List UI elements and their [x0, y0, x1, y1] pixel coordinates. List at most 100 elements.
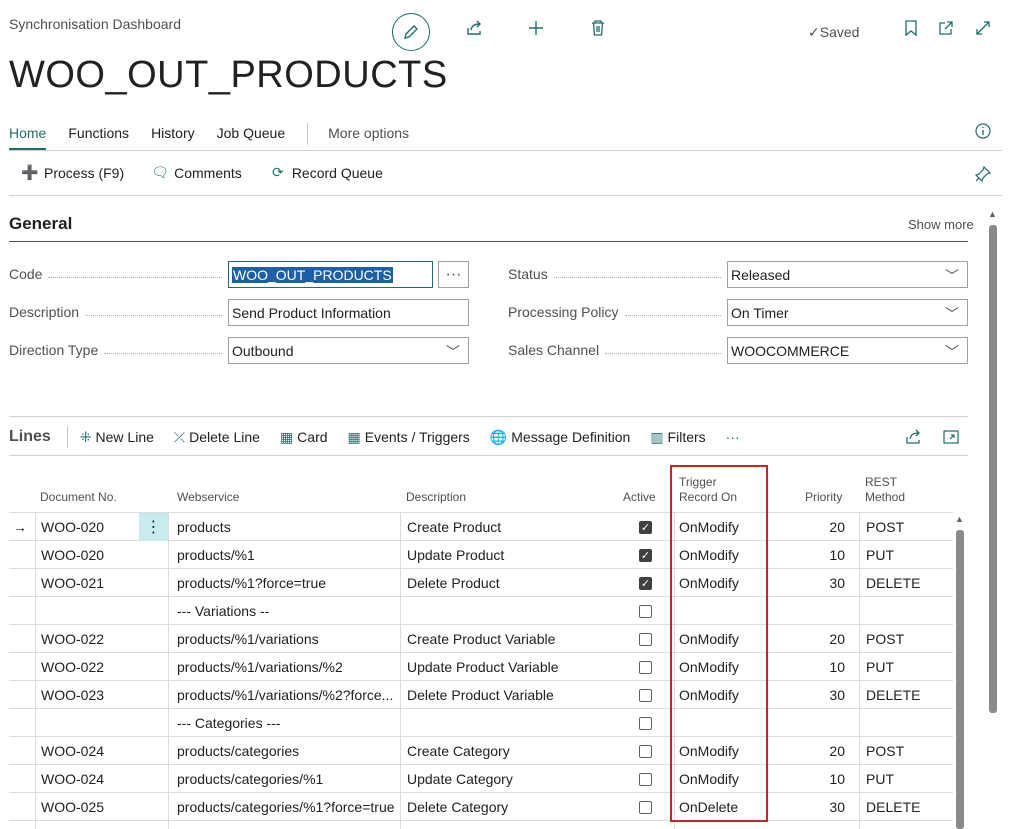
- header-priority[interactable]: Priority: [805, 490, 842, 505]
- cell-description[interactable]: Create Product: [407, 513, 669, 541]
- header-webservice[interactable]: Webservice: [177, 490, 239, 505]
- cell-description[interactable]: Delete Product: [407, 569, 669, 597]
- lines-expand-button[interactable]: [942, 428, 960, 449]
- cell-description[interactable]: [407, 597, 669, 625]
- table-row[interactable]: --- Variations --: [9, 597, 953, 625]
- edit-button[interactable]: [392, 13, 430, 51]
- events-triggers-button[interactable]: ▦ Events / Triggers: [348, 429, 470, 446]
- description-field[interactable]: Send Product Information: [228, 299, 469, 326]
- table-row[interactable]: WOO-024 products/categories/%1 Update Cate…: [9, 765, 953, 793]
- cell-document-no[interactable]: [41, 597, 137, 625]
- row-menu-button[interactable]: ⋮: [139, 513, 168, 541]
- new-button[interactable]: [524, 16, 548, 40]
- cell-webservice[interactable]: products/categories: [177, 737, 399, 765]
- active-checkbox[interactable]: ✓: [639, 576, 652, 590]
- tab-home[interactable]: Home: [9, 125, 47, 150]
- cell-document-no[interactable]: WOO-024: [41, 737, 137, 765]
- table-row[interactable]: --- Categories ---: [9, 709, 953, 737]
- active-checkbox[interactable]: [639, 716, 652, 730]
- active-checkbox[interactable]: [639, 660, 652, 674]
- header-description[interactable]: Description: [406, 490, 466, 505]
- cell-priority[interactable]: 20: [789, 625, 845, 653]
- pin-button[interactable]: [974, 165, 992, 186]
- cell-rest-method[interactable]: POST: [866, 513, 952, 541]
- cell-webservice[interactable]: products/%1/variations: [177, 625, 399, 653]
- cell-document-no[interactable]: WOO-021: [41, 569, 137, 597]
- direction-select[interactable]: Outbound ﹀: [228, 337, 469, 364]
- cell-priority[interactable]: 20: [789, 513, 845, 541]
- active-checkbox[interactable]: [639, 772, 652, 786]
- cell-rest-method[interactable]: DELETE: [866, 793, 952, 821]
- cell-rest-method[interactable]: POST: [866, 737, 952, 765]
- cell-description[interactable]: Update Product: [407, 541, 669, 569]
- cell-description[interactable]: Delete Product Variable: [407, 681, 669, 709]
- lines-share-button[interactable]: [904, 428, 922, 449]
- header-document-no[interactable]: Document No.: [40, 490, 117, 505]
- cell-webservice[interactable]: products: [177, 513, 399, 541]
- cell-document-no[interactable]: [41, 709, 137, 737]
- cell-description[interactable]: Create Product Variable: [407, 625, 669, 653]
- table-row[interactable]: WOO-020 products/%1 Update Product ✓ OnModif…: [9, 541, 953, 569]
- code-lookup-button[interactable]: ···: [438, 261, 469, 288]
- delete-line-button[interactable]: ⤫ Delete Line: [174, 429, 260, 446]
- header-active[interactable]: Active: [623, 490, 656, 505]
- delete-button[interactable]: [586, 16, 610, 40]
- cell-description[interactable]: Create Category: [407, 737, 669, 765]
- tab-functions[interactable]: Functions: [68, 125, 129, 144]
- policy-select[interactable]: On Timer ﹀: [727, 299, 968, 326]
- cell-webservice[interactable]: --- Categories ---: [177, 709, 399, 737]
- cell-rest-method[interactable]: PUT: [866, 541, 952, 569]
- active-checkbox[interactable]: ✓: [639, 548, 652, 562]
- info-button[interactable]: [974, 122, 992, 143]
- bookmark-button[interactable]: [899, 16, 923, 40]
- tab-job-queue[interactable]: Job Queue: [217, 125, 286, 144]
- active-checkbox[interactable]: [639, 632, 652, 646]
- cell-document-no[interactable]: WOO-024: [41, 765, 137, 793]
- cell-active[interactable]: [639, 765, 655, 793]
- lines-title[interactable]: Lines: [9, 428, 51, 446]
- new-line-button[interactable]: ⁜ New Line: [80, 429, 154, 446]
- cell-document-no[interactable]: WOO-025: [41, 793, 137, 821]
- cell-webservice[interactable]: products/%1/variations/%2: [177, 653, 399, 681]
- cell-webservice[interactable]: --- Variations --: [177, 597, 399, 625]
- cell-webservice[interactable]: products/%1/variations/%2?force...: [177, 681, 399, 709]
- cell-rest-method[interactable]: DELETE: [866, 681, 952, 709]
- cell-priority[interactable]: [789, 597, 845, 625]
- cell-active[interactable]: [639, 793, 655, 821]
- share-button[interactable]: [462, 16, 486, 40]
- cell-active[interactable]: ✓: [639, 541, 655, 569]
- cell-rest-method[interactable]: PUT: [866, 765, 952, 793]
- cell-rest-method[interactable]: POST: [866, 625, 952, 653]
- lines-more-button[interactable]: ···: [726, 429, 740, 445]
- table-row[interactable]: WOO-022 products/%1/variations Create Prod…: [9, 625, 953, 653]
- cell-webservice[interactable]: products/categories/%1?force=true: [177, 793, 399, 821]
- cell-rest-method[interactable]: [866, 709, 952, 737]
- cell-document-no[interactable]: WOO-022: [41, 625, 137, 653]
- cell-priority[interactable]: [789, 709, 845, 737]
- cell-webservice[interactable]: products/%1: [177, 541, 399, 569]
- cell-priority[interactable]: 30: [789, 569, 845, 597]
- record-queue-button[interactable]: ⟳ Record Queue: [270, 164, 383, 181]
- tab-history[interactable]: History: [151, 125, 195, 144]
- cell-priority[interactable]: 30: [789, 681, 845, 709]
- cell-active[interactable]: [639, 653, 655, 681]
- cell-document-no[interactable]: WOO-022: [41, 653, 137, 681]
- scroll-up-icon[interactable]: ▲: [988, 209, 997, 219]
- cell-webservice[interactable]: products/%1?force=true: [177, 569, 399, 597]
- message-definition-button[interactable]: 🌐 Message Definition: [490, 429, 631, 446]
- cell-active[interactable]: [639, 597, 655, 625]
- cell-active[interactable]: [639, 625, 655, 653]
- channel-select[interactable]: WOOCOMMERCE ﹀: [727, 337, 968, 364]
- comments-button[interactable]: 🗨 Comments: [151, 164, 242, 181]
- cell-rest-method[interactable]: PUT: [866, 653, 952, 681]
- cell-priority[interactable]: 10: [789, 765, 845, 793]
- cell-description[interactable]: Delete Category: [407, 793, 669, 821]
- cell-priority[interactable]: 10: [789, 541, 845, 569]
- active-checkbox[interactable]: [639, 688, 652, 702]
- active-checkbox[interactable]: [639, 800, 652, 814]
- cell-priority[interactable]: 30: [789, 793, 845, 821]
- cell-document-no[interactable]: WOO-020: [41, 541, 137, 569]
- code-field[interactable]: WOO_OUT_PRODUCTS: [228, 261, 433, 288]
- active-checkbox[interactable]: [639, 744, 652, 758]
- expand-button[interactable]: [971, 16, 995, 40]
